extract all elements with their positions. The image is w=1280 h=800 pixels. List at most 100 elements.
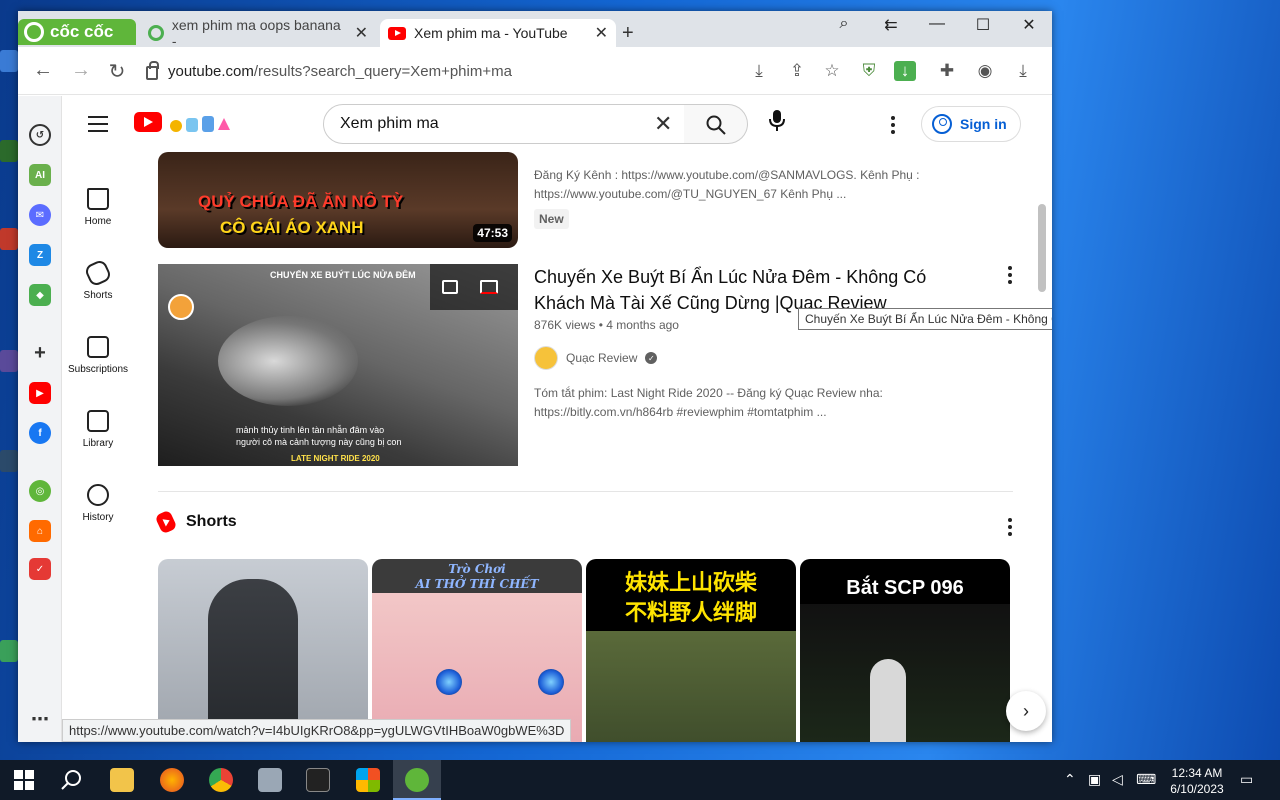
microphone-icon[interactable] xyxy=(762,108,792,138)
tab-bar: cốc cốc xem phim ma oops banana - ✕ Xem … xyxy=(18,11,1052,49)
download-green-icon[interactable]: ↓ xyxy=(894,61,916,81)
games-rail-icon[interactable]: ◆ xyxy=(29,284,51,306)
video-thumbnail[interactable]: CHUYẾN XE BUÝT LÚC NỬA ĐÊM mảnh thủy tin… xyxy=(158,264,518,466)
notifications-icon[interactable]: ▭ xyxy=(1240,771,1253,788)
windows-start-icon[interactable] xyxy=(14,770,34,790)
desktop-icon[interactable] xyxy=(0,350,18,372)
facebook-rail-icon[interactable]: f xyxy=(29,422,51,444)
youtube-rail-icon[interactable]: ▶ xyxy=(29,382,51,404)
short-thumbnail[interactable]: 妹妹上山砍柴 不料野人绊脚 xyxy=(586,559,796,742)
guide-item-subscriptions[interactable]: Subscriptions xyxy=(62,336,134,375)
coccoc-taskbar-button[interactable] xyxy=(393,760,441,800)
install-app-icon[interactable]: ⤓ xyxy=(748,61,770,81)
system-clock[interactable]: 12:34 AM 6/10/2023 xyxy=(1162,765,1232,797)
reload-button[interactable]: ↻ xyxy=(104,59,130,84)
shelf-next-button[interactable]: › xyxy=(1006,691,1046,731)
close-window-button[interactable]: ✕ xyxy=(1014,15,1044,35)
search-tabs-icon[interactable]: ⌕ xyxy=(829,15,859,33)
coccoc-icon xyxy=(405,768,429,792)
short-thumbnail[interactable]: Trò Chơi AI THỞ THÌ CHẾT xyxy=(372,559,582,742)
tab-youtube[interactable]: Xem phim ma - YouTube ✕ xyxy=(380,19,616,47)
page-scrollbar[interactable] xyxy=(1038,204,1046,292)
channel-name[interactable]: Quạc Review xyxy=(566,351,637,365)
video-more-icon[interactable] xyxy=(1007,266,1013,284)
minimize-button[interactable]: — xyxy=(922,15,952,33)
coccoc-logo-icon xyxy=(24,22,44,42)
deal-rail-icon[interactable]: ✓ xyxy=(29,558,51,580)
maximize-button[interactable]: ☐ xyxy=(968,15,998,35)
desktop-icon[interactable] xyxy=(0,140,18,162)
back-button[interactable]: ← xyxy=(30,59,56,82)
video-thumbnail[interactable]: QUỶ CHÚA ĐÃ ĂN NÔ TỲ CÔ GÁI ÁO XANH 47:5… xyxy=(158,152,518,248)
channel-avatar[interactable] xyxy=(534,346,558,370)
coccoc-logo[interactable]: cốc cốc xyxy=(18,19,136,45)
tab-oops-banana[interactable]: xem phim ma oops banana - ✕ xyxy=(140,17,376,49)
desktop-icon[interactable] xyxy=(0,50,18,72)
shorts-more-icon[interactable] xyxy=(1007,518,1013,536)
shopping-rail-icon[interactable]: ⌂ xyxy=(29,520,51,542)
network-icon[interactable]: ▣ xyxy=(1088,771,1101,788)
inline-player-controls xyxy=(430,264,518,310)
close-tab-icon[interactable]: ✕ xyxy=(595,23,608,43)
tab-title: Xem phim ma - YouTube xyxy=(414,25,568,41)
tray-chevron-icon[interactable]: ⌃ xyxy=(1064,771,1076,788)
keyboard-icon[interactable]: ⌨ xyxy=(1136,771,1156,788)
short-thumbnail[interactable]: Bắt SCP 096 xyxy=(800,559,1010,742)
back-to-tab-icon[interactable]: ⇇ xyxy=(876,15,906,35)
chrome-icon[interactable] xyxy=(209,768,233,792)
search-button[interactable] xyxy=(684,104,748,144)
ai-rail-icon[interactable]: AI xyxy=(29,164,51,186)
menu-icon[interactable] xyxy=(88,116,108,137)
coccoc-rail-icon[interactable]: ◎ xyxy=(29,480,51,502)
url-field[interactable]: youtube.com/results?search_query=Xem+phi… xyxy=(140,53,740,89)
youtube-logo-icon[interactable] xyxy=(134,112,162,132)
desktop-icon[interactable] xyxy=(0,640,18,662)
profile-icon[interactable]: ◉ xyxy=(974,61,996,81)
firefox-icon[interactable] xyxy=(160,768,184,792)
search-icon[interactable] xyxy=(60,768,84,792)
guide-item-shorts[interactable]: Shorts xyxy=(62,258,134,301)
youtube-header: Xem phim ma ✕ Sign in xyxy=(62,96,1052,152)
history-rail-icon[interactable]: ↺ xyxy=(29,124,51,146)
messenger-rail-icon[interactable]: ✉ xyxy=(29,204,51,226)
shorts-logo-icon xyxy=(154,509,178,535)
close-tab-icon[interactable]: ✕ xyxy=(355,23,368,43)
guide-item-home[interactable]: Home xyxy=(62,188,134,227)
short-thumbnail[interactable] xyxy=(158,559,368,742)
doodle-logo-icon[interactable] xyxy=(166,112,234,134)
channel-row[interactable]: Quạc Review ✓ xyxy=(534,346,658,370)
guide-item-history[interactable]: History xyxy=(62,484,134,523)
tab-title: xem phim ma oops banana - xyxy=(171,17,341,49)
add-rail-icon[interactable]: + xyxy=(29,342,51,364)
mute-icon[interactable] xyxy=(442,280,458,294)
windows-store-icon[interactable] xyxy=(356,768,380,792)
desktop-icon[interactable] xyxy=(0,228,18,250)
shield-icon[interactable]: ⛨ xyxy=(858,61,880,81)
browser-window: cốc cốc xem phim ma oops banana - ✕ Xem … xyxy=(18,11,1052,742)
search-icon xyxy=(706,115,726,135)
clear-search-icon[interactable]: ✕ xyxy=(654,111,672,137)
volume-icon[interactable]: ◁ xyxy=(1112,771,1123,788)
app-icon[interactable] xyxy=(258,768,282,792)
zalo-rail-icon[interactable]: Z xyxy=(29,244,51,266)
taskbar: ⌃ ▣ ◁ ⌨ 12:34 AM 6/10/2023 ▭ xyxy=(0,760,1280,800)
bookmark-star-icon[interactable]: ☆ xyxy=(821,61,843,81)
more-rail-icon[interactable]: ⋯ xyxy=(29,708,51,730)
downloads-icon[interactable]: ⤓ xyxy=(1012,61,1034,81)
subscriptions-icon xyxy=(87,336,109,358)
sign-in-button[interactable]: Sign in xyxy=(921,106,1021,142)
thumbnail-figure xyxy=(218,316,358,406)
captions-icon[interactable] xyxy=(480,280,498,294)
search-input[interactable]: Xem phim ma xyxy=(323,104,685,144)
forward-button[interactable]: → xyxy=(68,59,94,82)
desktop-icon[interactable] xyxy=(0,450,18,472)
new-tab-button[interactable]: + xyxy=(622,22,634,45)
terminal-icon[interactable] xyxy=(306,768,330,792)
extensions-icon[interactable]: ✚ xyxy=(936,61,958,81)
settings-more-icon[interactable] xyxy=(890,116,896,134)
guide-item-library[interactable]: Library xyxy=(62,410,134,449)
file-explorer-icon[interactable] xyxy=(110,768,134,792)
video-description: Tóm tắt phim: Last Night Ride 2020 -- Đă… xyxy=(534,386,883,419)
share-icon[interactable]: ⇪ xyxy=(786,61,808,81)
lock-icon[interactable] xyxy=(146,61,159,80)
